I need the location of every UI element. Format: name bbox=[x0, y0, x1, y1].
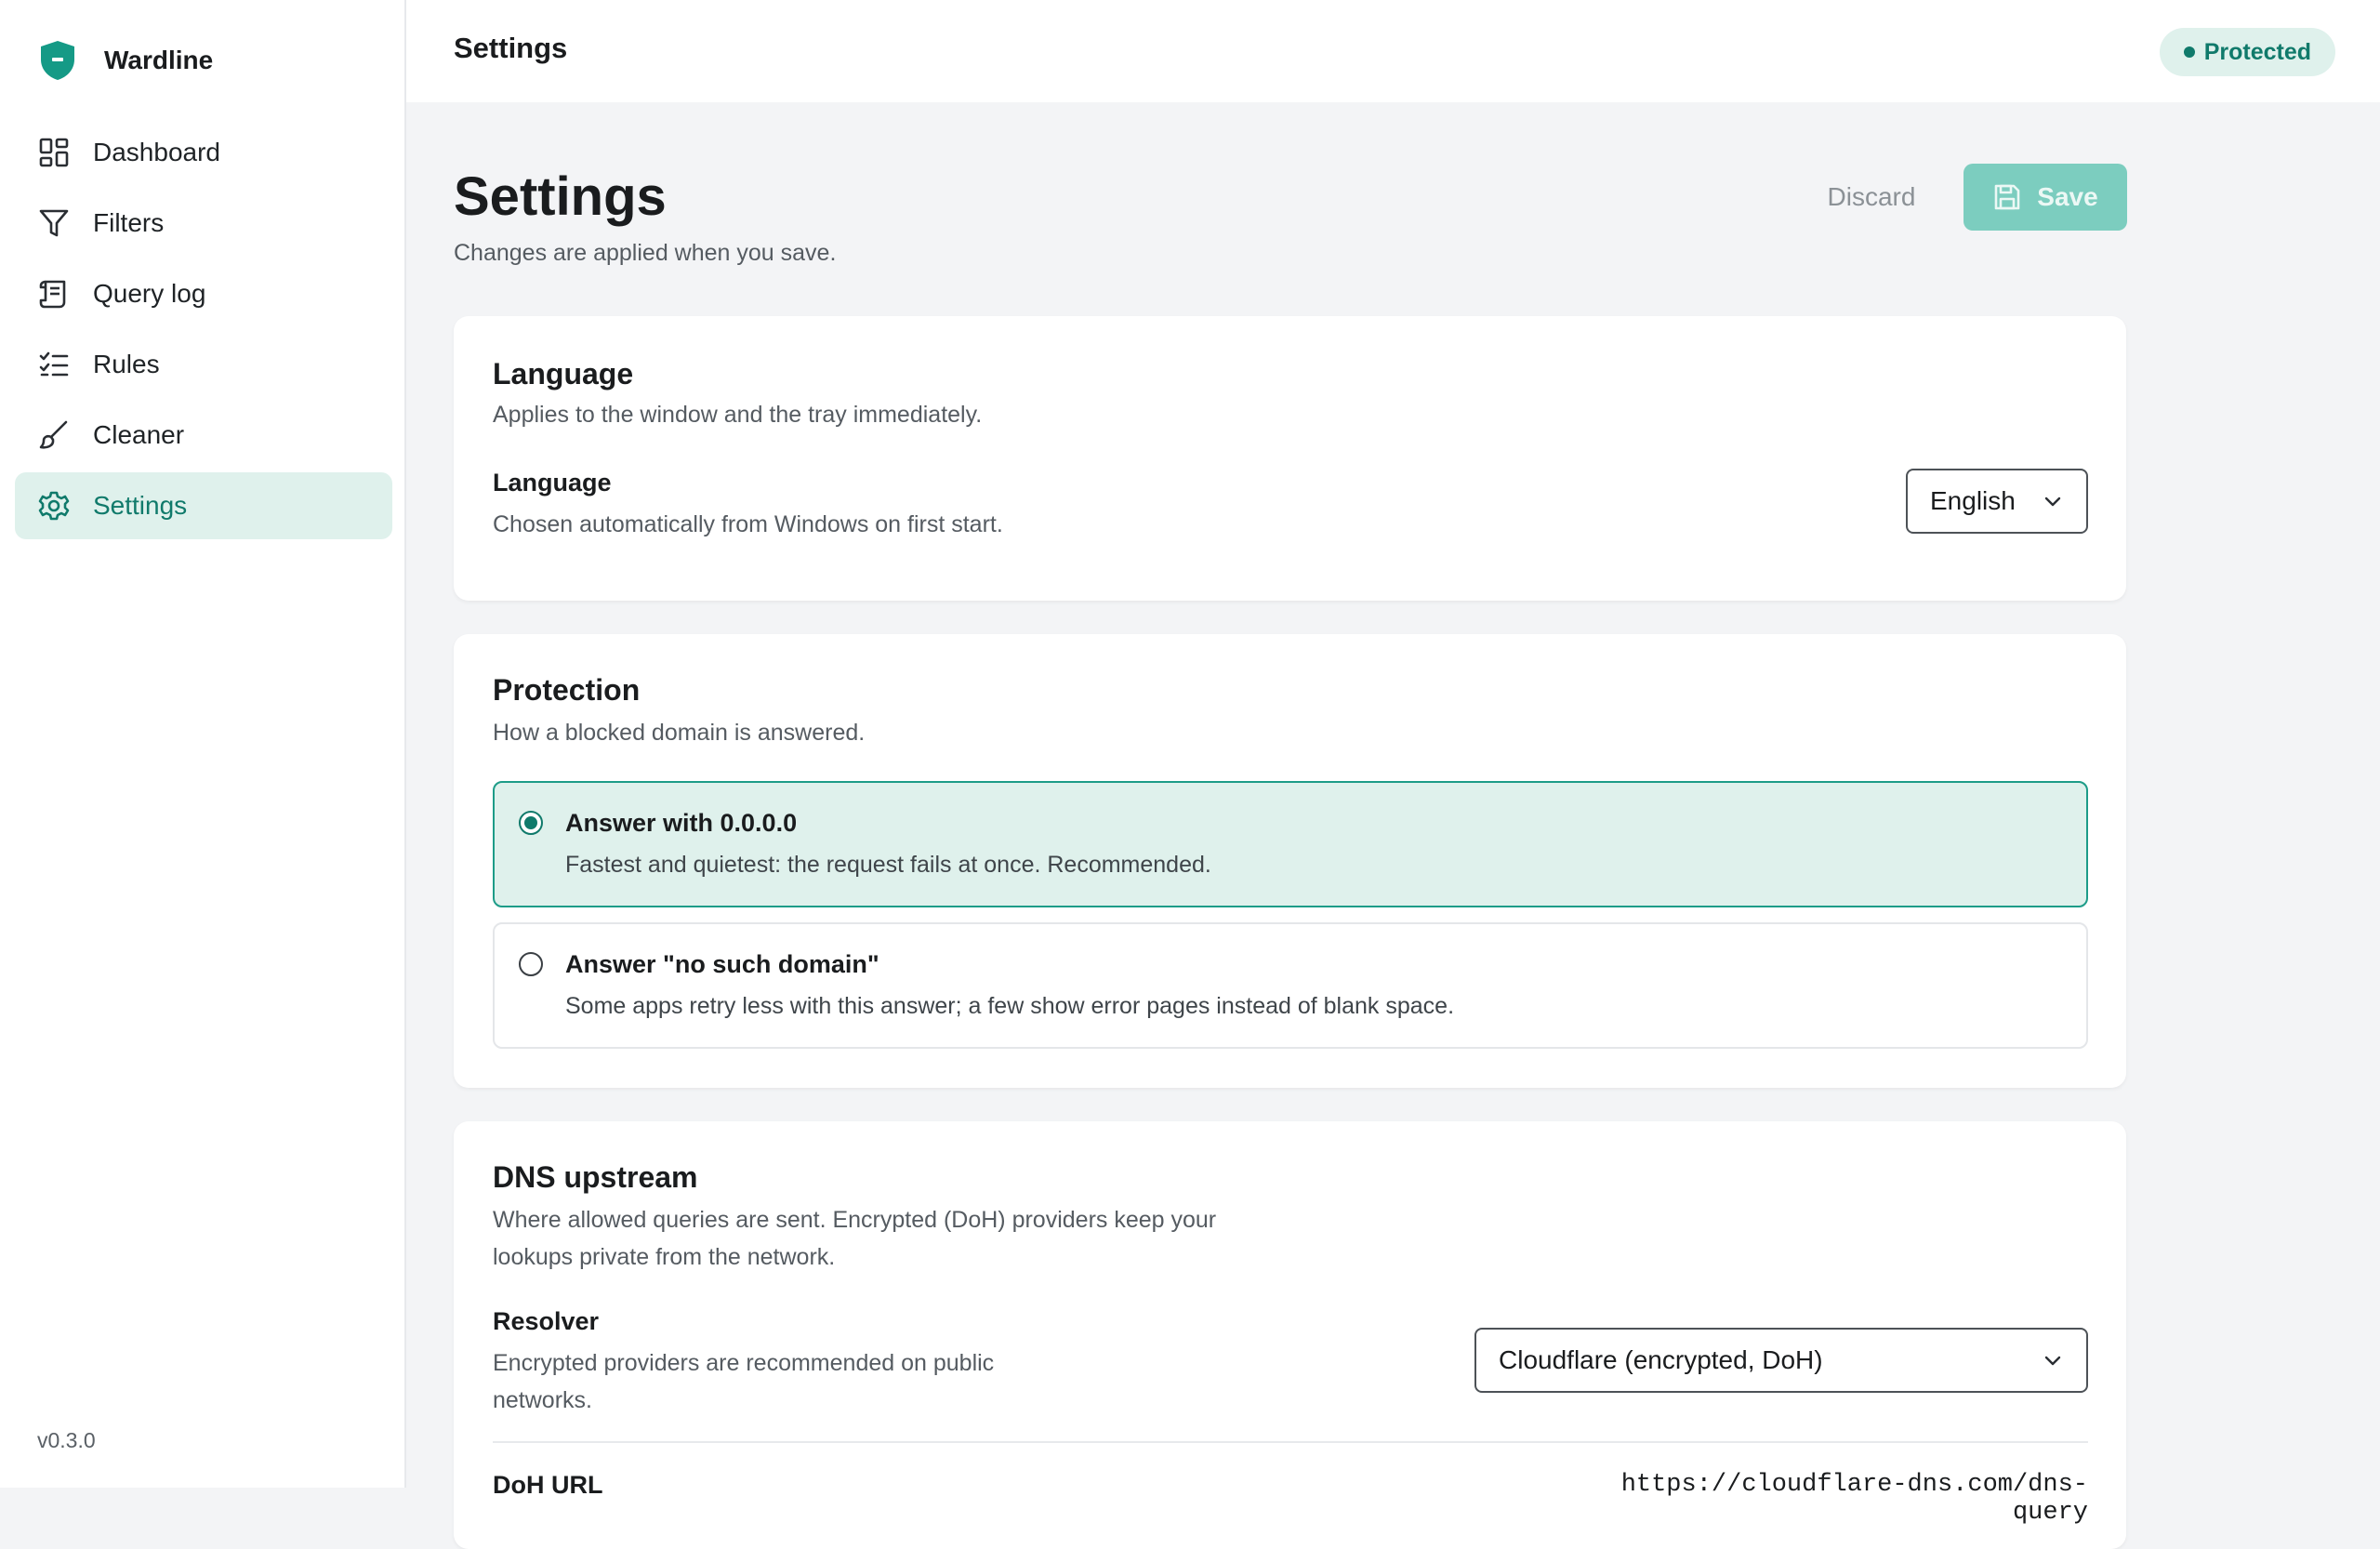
app-name: Wardline bbox=[104, 46, 214, 74]
field-help-line1: Encrypted providers are recommended on p… bbox=[493, 1350, 995, 1376]
divider bbox=[493, 1441, 2088, 1443]
app-version: v0.3.0 bbox=[37, 1428, 96, 1452]
field-help: Chosen automatically from Windows on fir… bbox=[493, 511, 1003, 537]
sidebar-item-label: Settings bbox=[93, 491, 188, 520]
sidebar-item-filters[interactable]: Filters bbox=[15, 190, 392, 257]
sidebar-item-label: Rules bbox=[93, 350, 160, 378]
field-label: Language bbox=[493, 469, 612, 496]
resolver-select-value: Cloudflare (encrypted, DoH) bbox=[1499, 1345, 1823, 1374]
card-title: Protection bbox=[493, 673, 641, 707]
card-description-line2: lookups private from the network. bbox=[493, 1244, 836, 1270]
radio-button-checked[interactable] bbox=[519, 811, 543, 835]
filter-icon bbox=[37, 206, 71, 240]
save-label: Save bbox=[2037, 182, 2098, 211]
top-bar: Settings Protected bbox=[406, 0, 2380, 102]
card-title: Language bbox=[493, 357, 634, 391]
radio-option-description: Some apps retry less with this answer; a… bbox=[565, 993, 1455, 1019]
sidebar-item-settings[interactable]: Settings bbox=[15, 472, 392, 539]
page-title: Settings bbox=[454, 166, 667, 227]
protection-card: Protection How a blocked domain is answe… bbox=[454, 634, 2126, 1088]
language-select[interactable]: English bbox=[1906, 469, 2088, 534]
topbar-title: Settings bbox=[454, 32, 568, 64]
status-text: Protected bbox=[2203, 38, 2311, 65]
status-badge: Protected bbox=[2159, 28, 2335, 76]
radio-option-title: Answer with 0.0.0.0 bbox=[565, 809, 798, 837]
sidebar-nav: Dashboard Filters Query log Rules Cleane… bbox=[15, 119, 392, 543]
radio-option-description: Fastest and quietest: the request fails … bbox=[565, 852, 1211, 878]
sidebar-item-label: Filters bbox=[93, 208, 165, 237]
sidebar: Wardline Dashboard Filters Query log Rul… bbox=[0, 0, 406, 1488]
dns-upstream-card: DNS upstream Where allowed queries are s… bbox=[454, 1121, 2126, 1549]
card-description: Applies to the window and the tray immed… bbox=[493, 402, 983, 428]
dashboard-icon bbox=[37, 136, 71, 169]
status-dot-icon bbox=[2183, 46, 2195, 58]
brand: Wardline bbox=[37, 37, 213, 84]
sidebar-item-cleaner[interactable]: Cleaner bbox=[15, 402, 392, 469]
doh-url-value: https://cloudflare-dns.com/dns-query bbox=[1620, 1471, 2088, 1527]
field-label-resolver: Resolver bbox=[493, 1307, 600, 1335]
sidebar-item-label: Cleaner bbox=[93, 420, 185, 449]
sidebar-item-rules[interactable]: Rules bbox=[15, 331, 392, 398]
checklist-icon bbox=[37, 348, 71, 381]
language-select-value: English bbox=[1930, 486, 2016, 515]
field-label-doh-url: DoH URL bbox=[493, 1471, 603, 1499]
discard-button[interactable]: Discard bbox=[1804, 164, 1939, 231]
scroll-log-icon bbox=[37, 277, 71, 311]
radio-button-unchecked[interactable] bbox=[519, 952, 543, 976]
card-title: DNS upstream bbox=[493, 1160, 698, 1194]
card-description: How a blocked domain is answered. bbox=[493, 720, 866, 746]
sidebar-item-query-log[interactable]: Query log bbox=[15, 260, 392, 327]
radio-option-nxdomain[interactable]: Answer "no such domain" Some apps retry … bbox=[493, 922, 2088, 1049]
sidebar-item-label: Dashboard bbox=[93, 138, 220, 166]
field-help-line2: networks. bbox=[493, 1387, 592, 1413]
resolver-select[interactable]: Cloudflare (encrypted, DoH) bbox=[1474, 1328, 2088, 1393]
save-button[interactable]: Save bbox=[1964, 164, 2127, 231]
gear-icon bbox=[37, 489, 71, 523]
radio-option-title: Answer "no such domain" bbox=[565, 950, 879, 978]
language-card: Language Applies to the window and the t… bbox=[454, 316, 2126, 601]
sidebar-item-dashboard[interactable]: Dashboard bbox=[15, 119, 392, 186]
radio-option-zero-address[interactable]: Answer with 0.0.0.0 Fastest and quietest… bbox=[493, 781, 2088, 907]
chevron-down-icon bbox=[2042, 1349, 2064, 1371]
brush-icon bbox=[37, 418, 71, 452]
shield-logo-icon bbox=[37, 38, 78, 83]
chevron-down-icon bbox=[2042, 490, 2064, 512]
floppy-disk-icon bbox=[1992, 182, 2022, 212]
page-subtitle: Changes are applied when you save. bbox=[454, 240, 837, 266]
sidebar-item-label: Query log bbox=[93, 279, 206, 308]
card-description-line1: Where allowed queries are sent. Encrypte… bbox=[493, 1207, 1217, 1233]
